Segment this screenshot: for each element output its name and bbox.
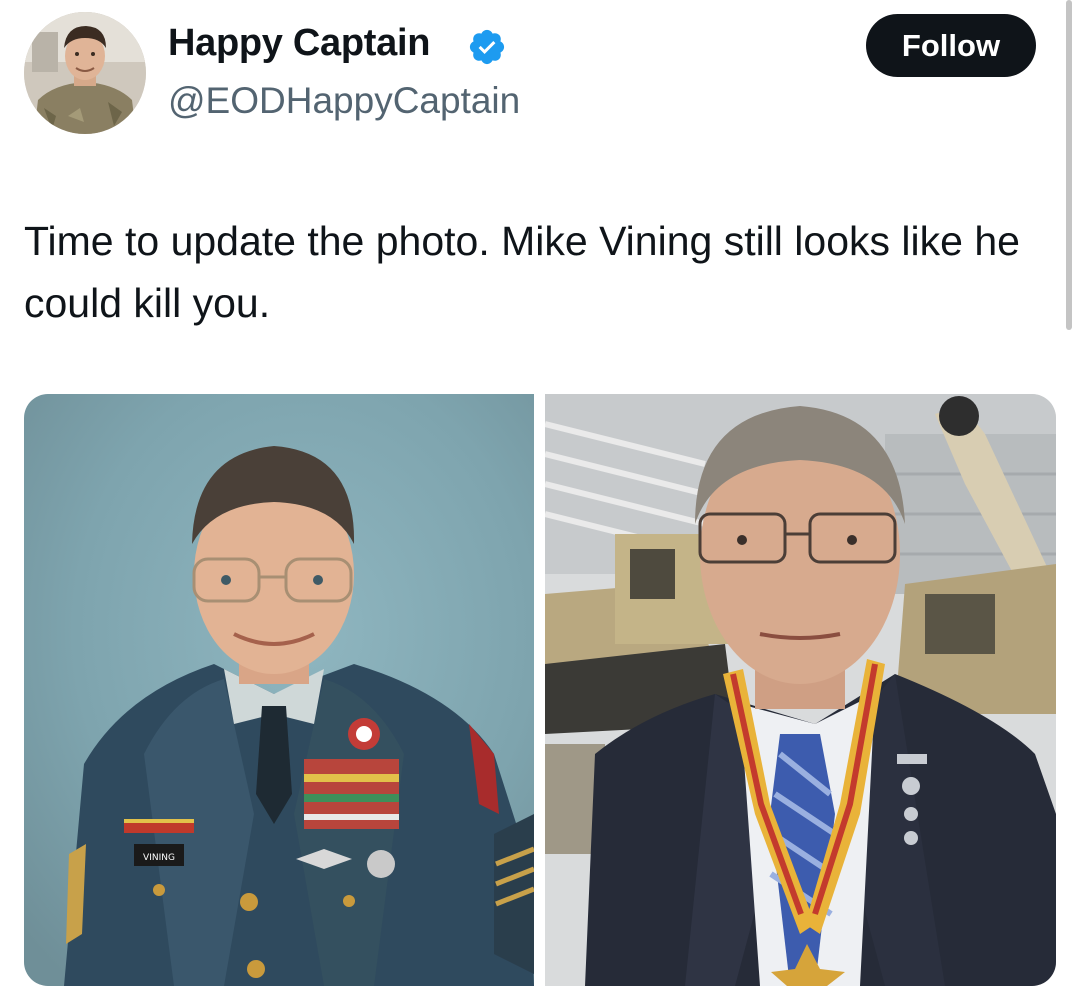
author-display-name[interactable]: Happy Captain — [168, 22, 430, 65]
verified-badge-icon — [469, 29, 505, 65]
suit-portrait-image — [545, 394, 1056, 986]
author-avatar[interactable] — [24, 12, 146, 134]
tweet-image-2[interactable] — [545, 394, 1056, 986]
avatar-photo — [24, 12, 146, 134]
follow-button[interactable]: Follow — [866, 14, 1036, 77]
scrollbar[interactable] — [1066, 0, 1072, 330]
tweet-image-1[interactable]: VINING — [24, 394, 534, 986]
uniform-portrait-image: VINING — [24, 394, 534, 986]
author-handle[interactable]: @EODHappyCaptain — [168, 80, 520, 122]
tweet-card: Happy Captain @EODHappyCaptain Follow Ti… — [0, 0, 1080, 988]
name-tag-text: VINING — [143, 853, 175, 863]
tweet-text: Time to update the photo. Mike Vining st… — [24, 218, 1020, 326]
